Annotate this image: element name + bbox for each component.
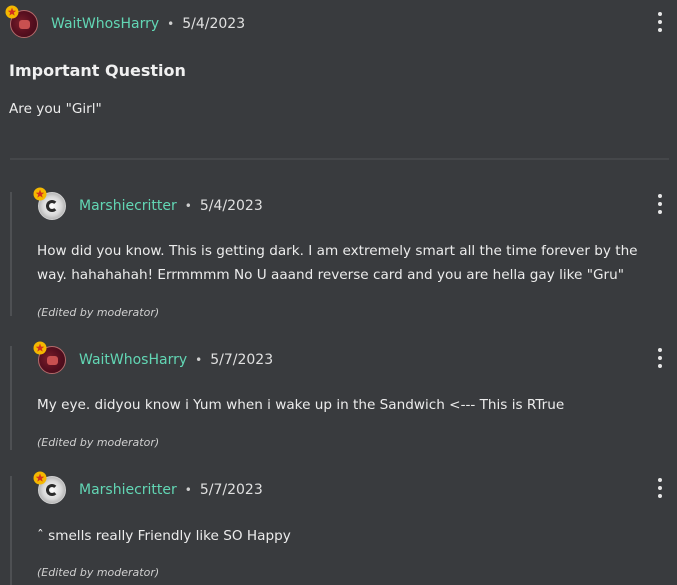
avatar[interactable]	[33, 341, 67, 375]
separator-dot: •	[184, 199, 192, 213]
reply-thread-line	[10, 476, 12, 585]
edited-note: (Edited by moderator)	[37, 566, 160, 579]
kebab-menu-icon[interactable]	[655, 12, 665, 32]
post-date: 5/4/2023	[182, 16, 246, 32]
reply-body: My eye. didyou know i Yum when i wake up…	[37, 397, 565, 413]
star-badge-icon	[33, 471, 47, 485]
avatar[interactable]	[33, 187, 67, 221]
username-link[interactable]: Marshiecritter	[79, 198, 177, 214]
reply-date: 5/7/2023	[210, 352, 274, 368]
reply-thread-line	[10, 346, 12, 450]
kebab-menu-icon[interactable]	[655, 478, 665, 498]
kebab-menu-icon[interactable]	[655, 348, 665, 368]
separator-dot: •	[195, 353, 203, 367]
separator-dot: •	[184, 483, 192, 497]
edited-note: (Edited by moderator)	[37, 436, 160, 449]
username-link[interactable]: WaitWhosHarry	[51, 16, 159, 32]
reply-thread-line	[10, 192, 12, 316]
username-link[interactable]: WaitWhosHarry	[79, 352, 187, 368]
reply-date: 5/7/2023	[199, 482, 263, 498]
star-badge-icon	[33, 341, 47, 355]
divider	[10, 158, 669, 160]
star-badge-icon	[33, 187, 47, 201]
separator-dot: •	[167, 17, 175, 31]
post-body: Are you "Girl"	[9, 101, 102, 117]
avatar[interactable]	[33, 471, 67, 505]
username-link[interactable]: Marshiecritter	[79, 482, 177, 498]
star-badge-icon	[5, 5, 19, 19]
avatar[interactable]	[5, 5, 39, 39]
reply-author-row: Marshiecritter • 5/7/2023	[33, 471, 263, 505]
reply-author-row: Marshiecritter • 5/4/2023	[33, 187, 263, 221]
post-title: Important Question	[9, 61, 186, 80]
reply-body: ˆ smells really Friendly like SO Happy	[37, 528, 291, 544]
reply-author-row: WaitWhosHarry • 5/7/2023	[33, 341, 274, 375]
reply-body: How did you know. This is getting dark. …	[37, 243, 638, 283]
comment-thread: WaitWhosHarry • 5/4/2023 Important Quest…	[0, 0, 677, 585]
reply-date: 5/4/2023	[199, 198, 263, 214]
edited-note: (Edited by moderator)	[37, 306, 160, 319]
kebab-menu-icon[interactable]	[655, 194, 665, 214]
post-author-row: WaitWhosHarry • 5/4/2023	[5, 5, 246, 39]
